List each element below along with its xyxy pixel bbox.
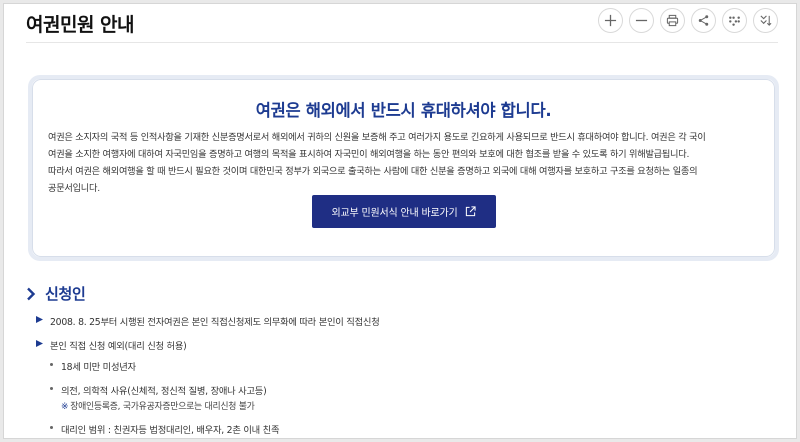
bullet-icon	[36, 316, 43, 323]
section-header: 신청인	[26, 283, 86, 304]
notice-box: 여권은 해외에서 반드시 휴대하셔야 합니다. 여권은 소지자의 국적 등 인적…	[28, 75, 779, 261]
dot-bullet-icon	[50, 363, 53, 366]
sub-list-item-text: 대리인 범위 : 친권자등 법정대리인, 배우자, 2촌 이내 친족	[61, 425, 280, 436]
note-mark: ※	[61, 402, 69, 412]
collapse-icon	[760, 15, 772, 26]
notice-body: 여권은 소지자의 국적 등 인적사항을 기재한 신분증명서로서 해외에서 귀하의…	[48, 129, 761, 197]
list-item: 2008. 8. 25부터 시행된 전자여권은 본인 직접신청제도 의무화에 따…	[36, 314, 776, 328]
notice-title: 여권은 해외에서 반드시 휴대하셔야 합니다.	[255, 101, 552, 120]
sub-list-item-text: 의전, 의학적 사유(신체적, 정신적 질병, 장애나 사고등)	[61, 386, 267, 397]
share-button[interactable]	[691, 8, 716, 33]
notice-line: 따라서 여권은 해외여행을 할 때 반드시 필요한 것이며 대한민국 정부가 외…	[48, 166, 698, 177]
list-item-text: 본인 직접 신청 예외(대리 신청 허용)	[50, 341, 187, 352]
mofa-forms-link-label: 외교부 민원서식 안내 바로가기	[331, 208, 458, 219]
zoom-in-button[interactable]	[598, 8, 623, 33]
section-title: 신청인	[45, 285, 86, 303]
print-button[interactable]	[660, 8, 685, 33]
mofa-forms-link-button[interactable]: 외교부 민원서식 안내 바로가기	[312, 195, 496, 228]
notice-line: 여권을 소지한 여행자에 대하여 자국민임을 증명하고 여행의 목적을 표시하여…	[48, 149, 690, 160]
sub-list-item-text: 18세 미만 미성년자	[61, 362, 136, 373]
zoom-out-icon	[635, 19, 648, 22]
print-icon	[666, 14, 679, 27]
external-link-icon	[466, 206, 477, 217]
list-item-text: 2008. 8. 25부터 시행된 전자여권은 본인 직접신청제도 의무화에 따…	[50, 317, 380, 328]
note: ※ 장애인등록증, 국가유공자증만으로는 대리신청 불가	[36, 399, 776, 412]
sub-list-item: 의전, 의학적 사유(신체적, 정신적 질병, 장애나 사고등)	[36, 383, 776, 397]
dot-bullet-icon	[50, 387, 53, 390]
braille-button[interactable]	[722, 8, 747, 33]
zoom-out-button[interactable]	[629, 8, 654, 33]
dot-bullet-icon	[50, 426, 53, 429]
header-divider	[26, 42, 778, 43]
note-text: 장애인등록증, 국가유공자증만으로는 대리신청 불가	[70, 402, 255, 412]
share-icon	[698, 15, 709, 26]
bullet-icon	[36, 340, 43, 347]
notice-line: 여권은 소지자의 국적 등 인적사항을 기재한 신분증명서로서 해외에서 귀하의…	[48, 132, 706, 143]
braille-icon	[729, 16, 740, 26]
collapse-button[interactable]	[753, 8, 778, 33]
sub-list-item: 18세 미만 미성년자	[36, 359, 776, 373]
sub-list-item: 대리인 범위 : 친권자등 법정대리인, 배우자, 2촌 이내 친족	[36, 422, 776, 436]
page-title: 여권민원 안내	[26, 14, 135, 36]
chevron-right-icon	[26, 287, 36, 301]
toolbar	[598, 8, 778, 33]
list-item: 본인 직접 신청 예외(대리 신청 허용)	[36, 338, 776, 352]
zoom-in-icon	[604, 14, 617, 27]
applicant-list: 2008. 8. 25부터 시행된 전자여권은 본인 직접신청제도 의무화에 따…	[36, 314, 776, 436]
page-frame: 여권민원 안내 여권은 해외에서 반드시 휴대하셔야 합니다. 여권은 소지자의…	[3, 3, 797, 439]
